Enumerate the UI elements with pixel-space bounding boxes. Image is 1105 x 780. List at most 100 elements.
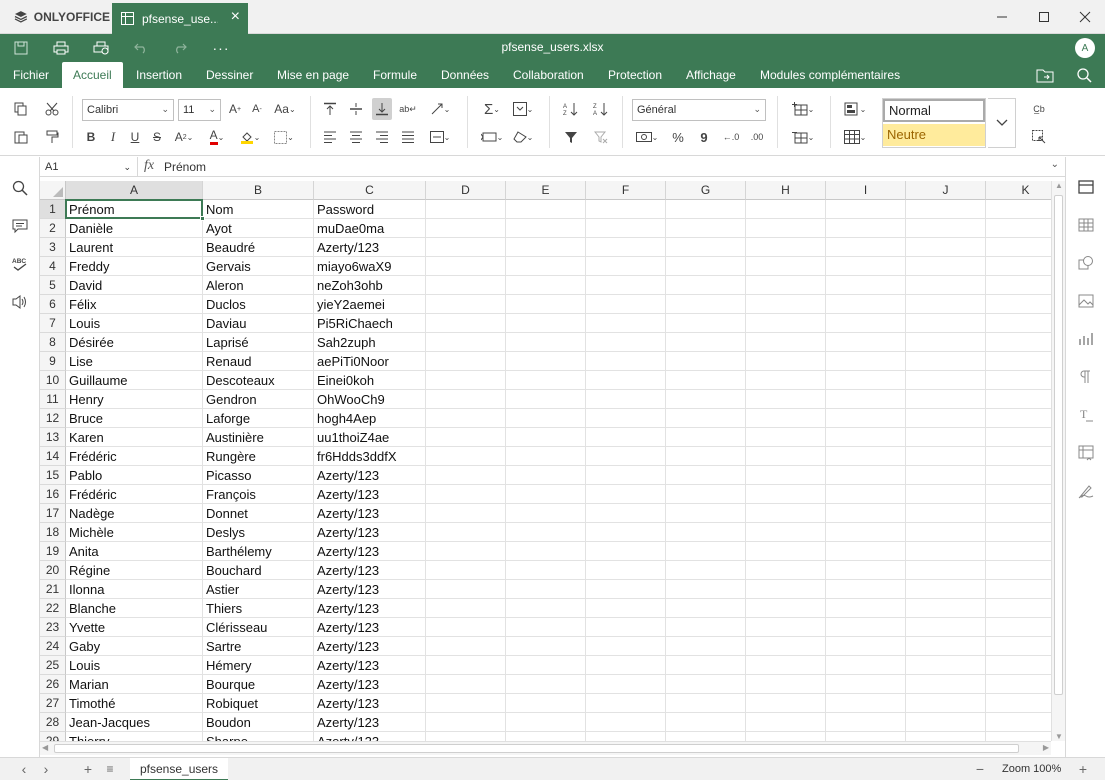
- grid-cell[interactable]: [746, 466, 826, 485]
- grid-cell[interactable]: [666, 485, 746, 504]
- spellcheck-icon[interactable]: ABC: [11, 255, 29, 273]
- tab-modules-complementaires[interactable]: Modules complémentaires: [760, 62, 900, 88]
- grid-cell[interactable]: [506, 523, 586, 542]
- grid-cell[interactable]: [906, 200, 986, 219]
- formula-input[interactable]: Prénom: [164, 157, 206, 177]
- style-neutre[interactable]: Neutre: [883, 124, 985, 146]
- grid-cell[interactable]: [746, 618, 826, 637]
- grid-cell[interactable]: [426, 504, 506, 523]
- grid-cell[interactable]: [826, 675, 906, 694]
- grid-cell[interactable]: [746, 561, 826, 580]
- grid-cell[interactable]: [586, 675, 666, 694]
- column-header[interactable]: D: [426, 181, 506, 200]
- replace-icon[interactable]: C̲b: [1028, 98, 1050, 120]
- grid-cell[interactable]: Austinière: [203, 428, 314, 447]
- grid-cell[interactable]: [746, 257, 826, 276]
- grid-cell[interactable]: miayo6waX9: [314, 257, 426, 276]
- column-header[interactable]: I: [826, 181, 906, 200]
- grid-cell[interactable]: [426, 371, 506, 390]
- grid-cell[interactable]: [906, 713, 986, 732]
- shape-settings-icon[interactable]: [1077, 254, 1095, 272]
- grid-cell[interactable]: [586, 409, 666, 428]
- maximize-button[interactable]: [1024, 0, 1064, 34]
- row-header[interactable]: 10: [40, 371, 66, 390]
- font-color-icon[interactable]: A ⌄: [203, 126, 231, 148]
- grid-cell[interactable]: [906, 694, 986, 713]
- grid-cell[interactable]: [666, 618, 746, 637]
- underline-icon[interactable]: U: [126, 126, 144, 148]
- grid-cell[interactable]: [426, 618, 506, 637]
- grid-cell[interactable]: Nom: [203, 200, 314, 219]
- grid-cell[interactable]: [426, 580, 506, 599]
- signature-settings-icon[interactable]: [1077, 482, 1095, 500]
- grid-cell[interactable]: [986, 371, 1051, 390]
- grid-cell[interactable]: Aleron: [203, 276, 314, 295]
- grid-cell[interactable]: Azerty/123: [314, 599, 426, 618]
- grid-cell[interactable]: [586, 200, 666, 219]
- grid-cell[interactable]: [586, 485, 666, 504]
- row-header[interactable]: 21: [40, 580, 66, 599]
- grid-cell[interactable]: [826, 276, 906, 295]
- grid-cell[interactable]: Laforge: [203, 409, 314, 428]
- grid-cell[interactable]: [426, 599, 506, 618]
- grid-cell[interactable]: [906, 618, 986, 637]
- merge-cells-icon[interactable]: ⌄: [425, 126, 455, 148]
- grid-cell[interactable]: neZoh3ohb: [314, 276, 426, 295]
- grid-cell[interactable]: Duclos: [203, 295, 314, 314]
- named-ranges-icon[interactable]: ⌄: [509, 98, 537, 120]
- grid-cell[interactable]: Azerty/123: [314, 504, 426, 523]
- grid-cell[interactable]: [586, 257, 666, 276]
- image-settings-icon[interactable]: [1077, 292, 1095, 310]
- search-icon[interactable]: [1076, 67, 1094, 83]
- grid-cell[interactable]: [746, 200, 826, 219]
- grid-cell[interactable]: [746, 390, 826, 409]
- grid-cell[interactable]: [666, 542, 746, 561]
- grid-cell[interactable]: Sah2zuph: [314, 333, 426, 352]
- grid-cell[interactable]: Azerty/123: [314, 238, 426, 257]
- grid-cell[interactable]: [426, 656, 506, 675]
- grid-cell[interactable]: [986, 466, 1051, 485]
- table-settings-icon[interactable]: [1077, 216, 1095, 234]
- grid-cell[interactable]: [986, 713, 1051, 732]
- sheet-list-icon[interactable]: ≡: [102, 761, 118, 777]
- close-window-button[interactable]: [1065, 0, 1105, 34]
- expand-formula-icon[interactable]: ⌄: [1051, 159, 1059, 170]
- grid-cell[interactable]: [746, 314, 826, 333]
- grid-cell[interactable]: [826, 694, 906, 713]
- grid-cell[interactable]: [426, 466, 506, 485]
- next-sheet-icon[interactable]: ›: [38, 761, 54, 777]
- grid-cell[interactable]: [746, 352, 826, 371]
- column-header[interactable]: A: [66, 181, 203, 200]
- grid-cell[interactable]: [586, 466, 666, 485]
- grid-cell[interactable]: [906, 523, 986, 542]
- grid-cell[interactable]: [826, 523, 906, 542]
- select-all-corner[interactable]: [40, 181, 66, 200]
- grid-cell[interactable]: Michèle: [66, 523, 203, 542]
- open-file-location-icon[interactable]: [1036, 67, 1054, 83]
- grid-cell[interactable]: [506, 637, 586, 656]
- tab-protection[interactable]: Protection: [608, 62, 662, 88]
- grid-cell[interactable]: [506, 580, 586, 599]
- minimize-button[interactable]: [982, 0, 1022, 34]
- align-top-icon[interactable]: [320, 98, 340, 120]
- grid-cell[interactable]: [906, 732, 986, 741]
- tab-affichage[interactable]: Affichage: [686, 62, 736, 88]
- format-as-table-icon[interactable]: ⌄: [840, 126, 870, 148]
- grid-cell[interactable]: Descoteaux: [203, 371, 314, 390]
- grid-cell[interactable]: [666, 314, 746, 333]
- grid-cell[interactable]: [666, 352, 746, 371]
- grid-cell[interactable]: [586, 580, 666, 599]
- grid-cell[interactable]: [826, 371, 906, 390]
- grid-cell[interactable]: [506, 409, 586, 428]
- grid-cell[interactable]: François: [203, 485, 314, 504]
- horizontal-scroll-thumb[interactable]: [54, 744, 1019, 753]
- font-size-select[interactable]: 11 ⌄: [178, 99, 221, 121]
- increase-font-icon[interactable]: A +: [226, 98, 244, 120]
- row-header[interactable]: 27: [40, 694, 66, 713]
- grid-cell[interactable]: yieY2aemei: [314, 295, 426, 314]
- grid-cell[interactable]: Pi5RiChaech: [314, 314, 426, 333]
- tab-collaboration[interactable]: Collaboration: [513, 62, 584, 88]
- tab-mise-en-page[interactable]: Mise en page: [277, 62, 349, 88]
- row-header[interactable]: 5: [40, 276, 66, 295]
- row-header[interactable]: 3: [40, 238, 66, 257]
